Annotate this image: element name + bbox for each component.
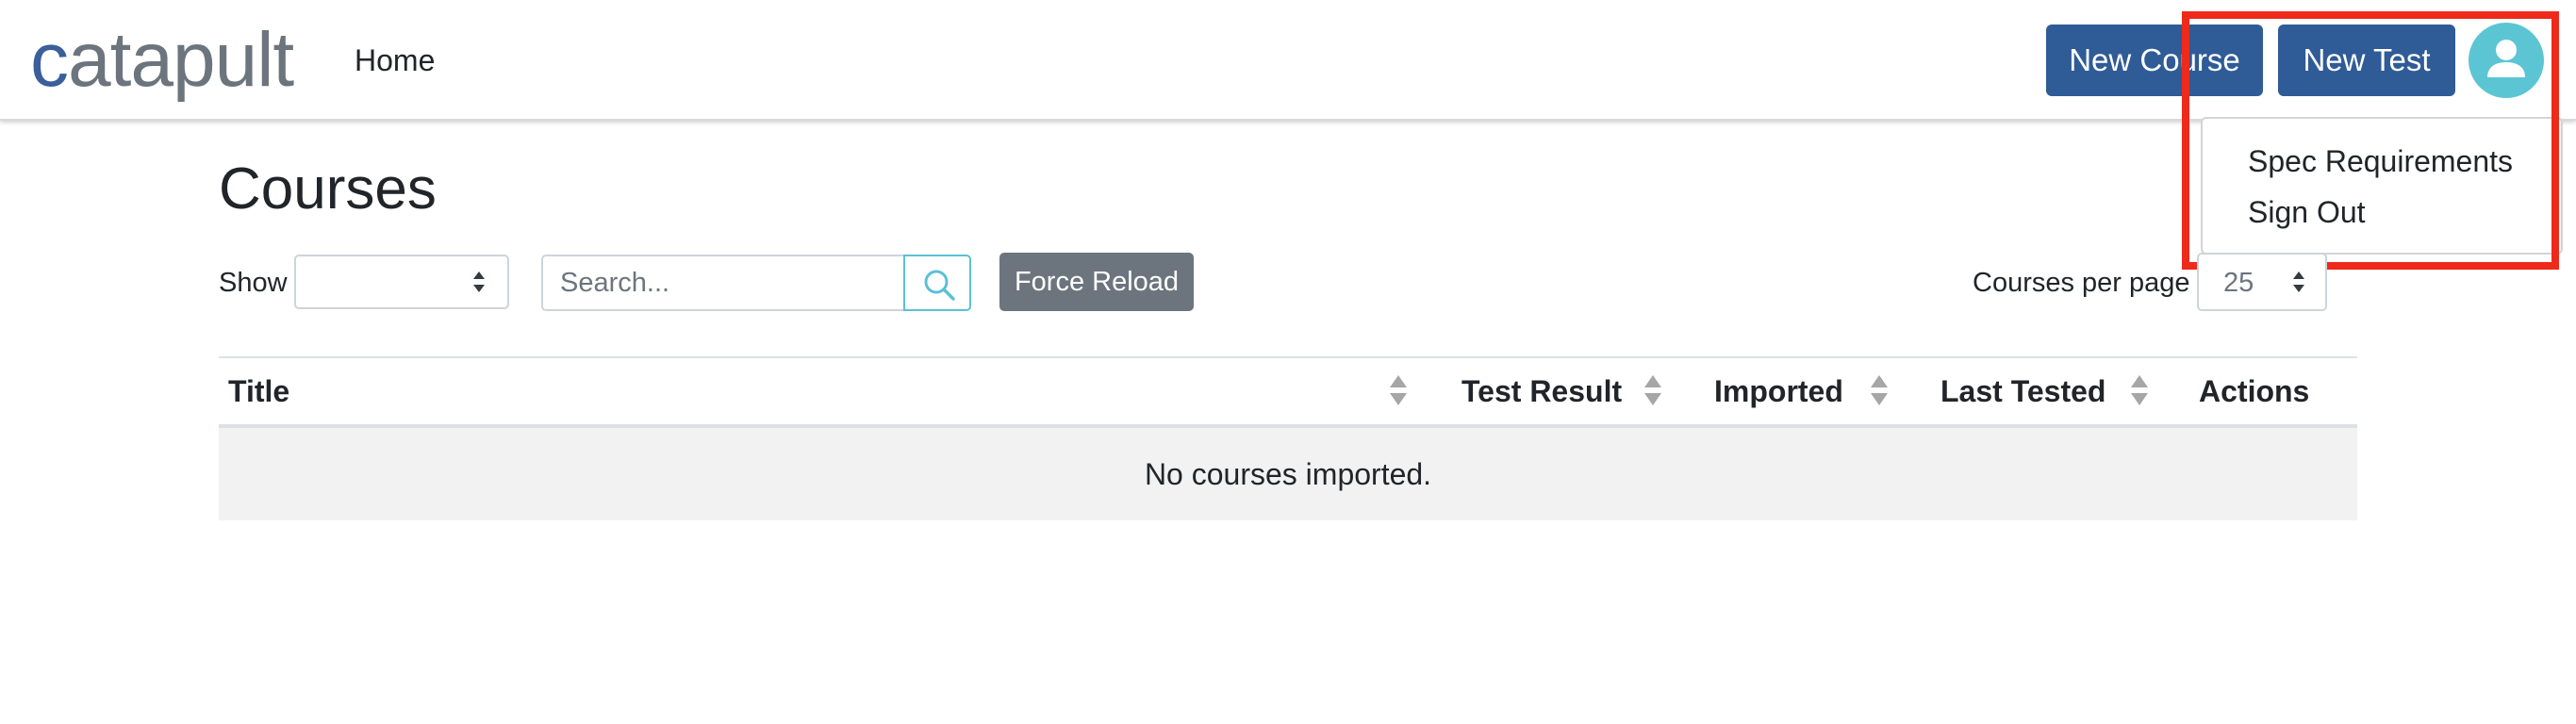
column-header-test-result[interactable]: Test Result xyxy=(1461,370,1622,413)
user-avatar-icon xyxy=(2487,40,2525,77)
sort-icon[interactable] xyxy=(2129,373,2150,407)
nav-home-link[interactable]: Home xyxy=(355,38,435,83)
empty-table-message: No courses imported. xyxy=(1144,457,1432,491)
show-label: Show xyxy=(219,268,288,298)
catapult-logo[interactable]: catapult xyxy=(30,17,294,104)
sort-icon[interactable] xyxy=(1388,373,1409,407)
search-button[interactable] xyxy=(903,255,971,311)
user-avatar-button[interactable] xyxy=(2469,23,2544,98)
new-course-button[interactable]: New Course xyxy=(2046,25,2263,96)
column-header-last-tested[interactable]: Last Tested xyxy=(1940,370,2105,413)
table-empty-row: No courses imported. xyxy=(219,428,2357,520)
select-arrows-icon xyxy=(2293,272,2304,292)
courses-per-page-value: 25 xyxy=(2223,268,2254,298)
menu-item-spec-requirements[interactable]: Spec Requirements xyxy=(2248,140,2513,183)
courses-table: Title Test Result Imported Last Tested A… xyxy=(219,356,2357,520)
select-arrows-icon xyxy=(473,272,485,292)
search-icon xyxy=(924,270,955,301)
top-navbar: catapult Home New Course New Test xyxy=(0,0,2576,121)
user-dropdown-menu: Spec Requirements Sign Out xyxy=(2201,117,2563,255)
column-header-actions: Actions xyxy=(2199,374,2310,408)
new-test-button[interactable]: New Test xyxy=(2278,25,2455,96)
force-reload-button[interactable]: Force Reload xyxy=(999,253,1194,311)
courses-per-page-select[interactable]: 25 xyxy=(2197,253,2327,311)
sort-icon[interactable] xyxy=(1643,373,1663,407)
search-input[interactable] xyxy=(541,255,905,311)
table-header-row: Title Test Result Imported Last Tested A… xyxy=(219,358,2357,428)
logo-first-letter: c xyxy=(30,17,69,103)
column-header-title[interactable]: Title xyxy=(228,370,289,413)
courses-per-page-label: Courses per page xyxy=(1973,268,2190,298)
page-title: Courses xyxy=(219,156,437,222)
sort-icon[interactable] xyxy=(1869,373,1890,407)
show-filter-select[interactable] xyxy=(294,255,509,309)
logo-rest: atapult xyxy=(68,17,294,103)
column-header-imported[interactable]: Imported xyxy=(1714,370,1843,413)
menu-item-sign-out[interactable]: Sign Out xyxy=(2248,190,2366,234)
